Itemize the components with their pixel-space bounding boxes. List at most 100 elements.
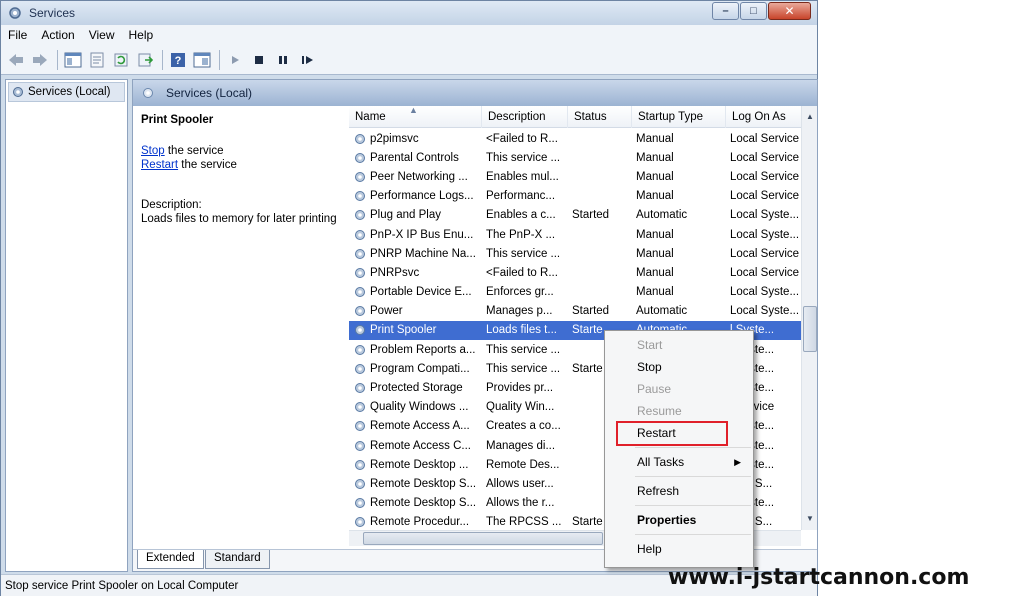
service-name: Quality Windows ... xyxy=(370,401,469,414)
description-text: Loads files to memory for later printing xyxy=(141,213,337,225)
service-description-cell: Provides pr... xyxy=(486,382,554,395)
horizontal-scroll-thumb[interactable] xyxy=(363,532,603,545)
tab-standard[interactable]: Standard xyxy=(205,550,270,569)
service-name-cell: Power xyxy=(349,304,482,318)
service-name: PnP-X IP Bus Enu... xyxy=(370,228,474,241)
table-row[interactable]: PNRPsvc <Failed to R... Manual Local Servic… xyxy=(349,263,801,282)
column-name[interactable]: Name ▲ xyxy=(349,105,482,128)
tree-item-services-local[interactable]: Services (Local) xyxy=(8,82,125,102)
table-row[interactable]: Power Manages p... Started Automatic Local S… xyxy=(349,302,801,321)
service-name-cell: Protected Storage xyxy=(349,381,482,395)
restart-suffix: the service xyxy=(178,159,237,171)
ctx-start[interactable]: Start xyxy=(605,334,753,356)
pause-service-button[interactable] xyxy=(272,49,294,71)
ctx-separator xyxy=(635,505,751,506)
view-toolbar-button[interactable] xyxy=(191,49,213,71)
menu-bar: File Action View Help xyxy=(1,25,817,45)
restart-highlight-box xyxy=(616,421,728,446)
service-gear-icon xyxy=(355,459,365,470)
refresh-toolbar-button[interactable] xyxy=(110,49,132,71)
column-startup-type[interactable]: Startup Type xyxy=(632,106,726,128)
ctx-all-tasks[interactable]: All Tasks ▶ xyxy=(605,451,753,473)
ctx-resume[interactable]: Resume xyxy=(605,400,753,422)
extended-description-pane: Print Spooler Stop the service Restart t… xyxy=(133,106,347,546)
service-logon-cell: Local Syste... xyxy=(730,305,800,318)
help-toolbar-button[interactable]: ? xyxy=(167,49,189,71)
properties-toolbar-button[interactable] xyxy=(86,49,108,71)
toolbar-separator xyxy=(219,49,220,70)
table-row[interactable]: Peer Networking ... Enables mul... Manual L… xyxy=(349,167,801,186)
service-name: Print Spooler xyxy=(370,324,437,337)
service-logon-cell: Local Service xyxy=(730,190,800,203)
ctx-help[interactable]: Help xyxy=(605,538,753,560)
ctx-refresh[interactable]: Refresh xyxy=(605,480,753,502)
table-row[interactable]: PNRP Machine Na... This service ... Manual… xyxy=(349,244,801,263)
help-icon: ? xyxy=(171,52,185,67)
service-name: Remote Access C... xyxy=(370,439,471,452)
service-name-cell: Remote Procedur... xyxy=(349,515,482,529)
service-description-cell: Manages di... xyxy=(486,439,556,452)
table-row[interactable]: Portable Device E... Enforces gr... Manual… xyxy=(349,283,801,302)
service-gear-icon xyxy=(355,133,365,144)
service-status-cell: Started xyxy=(572,305,610,318)
console-tree-icon xyxy=(64,52,82,67)
vertical-scroll-thumb[interactable] xyxy=(803,306,817,352)
restart-service-button[interactable] xyxy=(296,49,318,71)
forward-button[interactable] xyxy=(29,49,51,71)
restart-service-link[interactable]: Restart xyxy=(141,159,178,171)
service-name-cell: Performance Logs... xyxy=(349,189,482,203)
menu-file[interactable]: File xyxy=(1,28,34,42)
refresh-icon xyxy=(114,53,128,66)
stop-service-button[interactable] xyxy=(248,49,270,71)
export-list-button[interactable] xyxy=(134,49,156,71)
service-gear-icon xyxy=(355,402,365,413)
menu-help[interactable]: Help xyxy=(122,28,161,42)
column-description[interactable]: Description xyxy=(482,106,568,128)
services-app-icon xyxy=(9,7,21,19)
service-gear-icon xyxy=(355,421,365,432)
properties-sheet-icon xyxy=(90,52,104,67)
ctx-pause[interactable]: Pause xyxy=(605,378,753,400)
scroll-up-icon[interactable]: ▲ xyxy=(802,108,818,124)
service-name: Power xyxy=(370,305,403,318)
service-startup-cell: Manual xyxy=(636,228,674,241)
service-gear-icon xyxy=(355,152,365,163)
scroll-down-icon[interactable]: ▼ xyxy=(802,510,818,526)
service-name: p2pimsvc xyxy=(370,132,419,145)
table-row[interactable]: Parental Controls This service ... Manual L… xyxy=(349,148,801,167)
start-service-button[interactable] xyxy=(224,49,246,71)
column-name-label: Name xyxy=(355,111,386,123)
service-name-cell: Remote Access A... xyxy=(349,419,482,433)
menu-action[interactable]: Action xyxy=(34,28,81,42)
service-name-cell: Peer Networking ... xyxy=(349,170,482,184)
menu-view[interactable]: View xyxy=(82,28,122,42)
show-console-tree-button[interactable] xyxy=(62,49,84,71)
console-tree: Services (Local) xyxy=(5,79,128,572)
table-row[interactable]: Performance Logs... Performanc... Manual Lo… xyxy=(349,187,801,206)
table-row[interactable]: PnP-X IP Bus Enu... The PnP-X ... Manual Lo… xyxy=(349,225,801,244)
service-gear-icon xyxy=(355,229,365,240)
table-row[interactable]: p2pimsvc <Failed to R... Manual Local Servi… xyxy=(349,129,801,148)
column-status[interactable]: Status xyxy=(568,106,632,128)
tab-extended[interactable]: Extended xyxy=(137,550,204,569)
service-logon-cell: Local Syste... xyxy=(730,209,800,222)
restart-action-line: Restart the service xyxy=(141,158,339,172)
service-name-cell: Print Spooler xyxy=(349,323,482,337)
vertical-scrollbar[interactable]: ▲ ▼ xyxy=(801,106,817,530)
services-gear-icon xyxy=(13,87,23,97)
close-button[interactable]: ✕ xyxy=(768,2,811,20)
service-logon-cell: Local Syste... xyxy=(730,228,800,241)
title-bar[interactable]: Services – □ ✕ xyxy=(1,1,817,25)
service-gear-icon xyxy=(355,248,365,259)
ctx-stop[interactable]: Stop xyxy=(605,356,753,378)
service-name: Remote Access A... xyxy=(370,420,470,433)
back-button[interactable] xyxy=(5,49,27,71)
maximize-button[interactable]: □ xyxy=(740,2,767,20)
ctx-properties[interactable]: Properties xyxy=(605,509,753,531)
service-name-cell: Remote Desktop ... xyxy=(349,458,482,472)
stop-service-link[interactable]: Stop xyxy=(141,145,165,157)
minimize-button[interactable]: – xyxy=(712,2,739,20)
table-row[interactable]: Plug and Play Enables a c... Started Automa… xyxy=(349,206,801,225)
service-startup-cell: Manual xyxy=(636,170,674,183)
column-log-on-as-label: Log On As xyxy=(732,111,786,123)
